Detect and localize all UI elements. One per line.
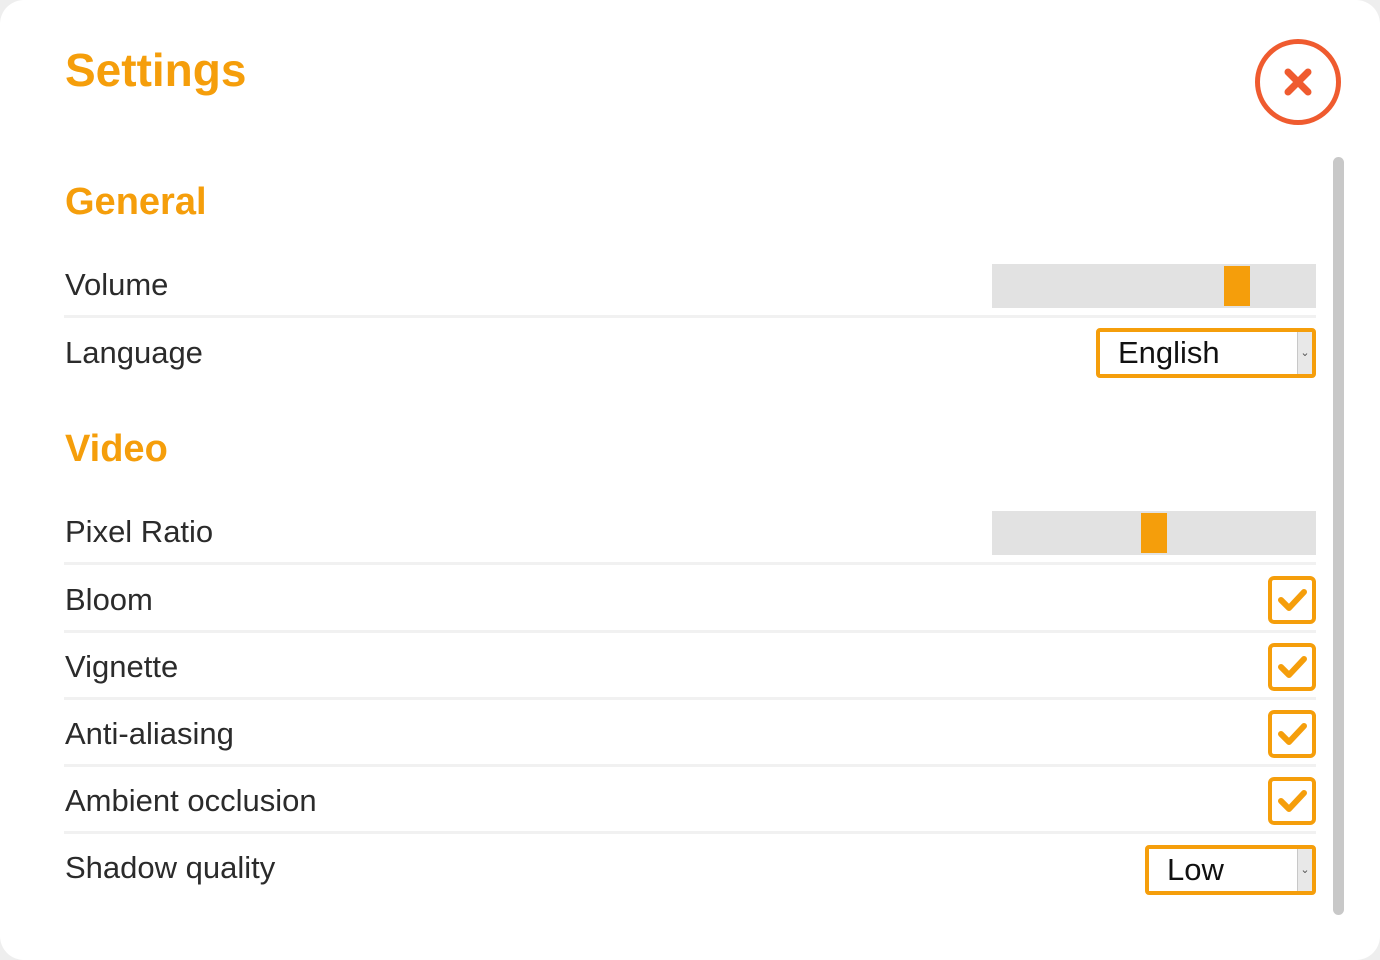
checkmark-icon [1278, 790, 1307, 812]
close-button[interactable] [1255, 39, 1341, 125]
setting-row-ambient-occlusion: Ambient occlusion [64, 768, 1316, 834]
page-title: Settings [65, 44, 247, 96]
chevron-down-icon: ⌄ [1297, 849, 1312, 891]
slider-thumb[interactable] [1224, 266, 1250, 306]
setting-row-vignette: Vignette [64, 634, 1316, 700]
setting-label: Language [65, 335, 203, 370]
scrollbar[interactable] [1333, 157, 1344, 915]
setting-row-anti-aliasing: Anti-aliasing [64, 701, 1316, 767]
pixel-ratio-slider[interactable] [992, 511, 1316, 555]
select-value: English [1118, 335, 1220, 370]
checkmark-icon [1278, 589, 1307, 611]
vignette-checkbox[interactable] [1268, 643, 1316, 691]
setting-label: Bloom [65, 582, 153, 617]
setting-row-language: Language English ⌄ [64, 320, 1316, 386]
setting-row-pixel-ratio: Pixel Ratio [64, 499, 1316, 565]
checkmark-icon [1278, 656, 1307, 678]
setting-label: Anti-aliasing [65, 716, 234, 751]
setting-row-shadow-quality: Shadow quality Low ⌄ [64, 835, 1316, 901]
volume-slider[interactable] [992, 264, 1316, 308]
language-select[interactable]: English ⌄ [1096, 328, 1316, 378]
settings-panel: Settings General Volume Language English… [0, 0, 1380, 960]
setting-row-volume: Volume [64, 252, 1316, 318]
setting-label: Pixel Ratio [65, 514, 214, 549]
close-icon [1284, 68, 1312, 96]
ambient-occlusion-checkbox[interactable] [1268, 777, 1316, 825]
setting-label: Vignette [65, 649, 179, 684]
setting-row-bloom: Bloom [64, 567, 1316, 633]
bloom-checkbox[interactable] [1268, 576, 1316, 624]
select-value: Low [1167, 852, 1224, 887]
section-title-video: Video [65, 428, 168, 470]
slider-thumb[interactable] [1141, 513, 1167, 553]
anti-aliasing-checkbox[interactable] [1268, 710, 1316, 758]
shadow-quality-select[interactable]: Low ⌄ [1145, 845, 1316, 895]
chevron-down-icon: ⌄ [1297, 332, 1312, 374]
setting-label: Volume [65, 267, 169, 302]
checkmark-icon [1278, 723, 1307, 745]
setting-label: Shadow quality [65, 850, 276, 885]
setting-label: Ambient occlusion [65, 783, 317, 818]
section-title-general: General [65, 181, 207, 223]
